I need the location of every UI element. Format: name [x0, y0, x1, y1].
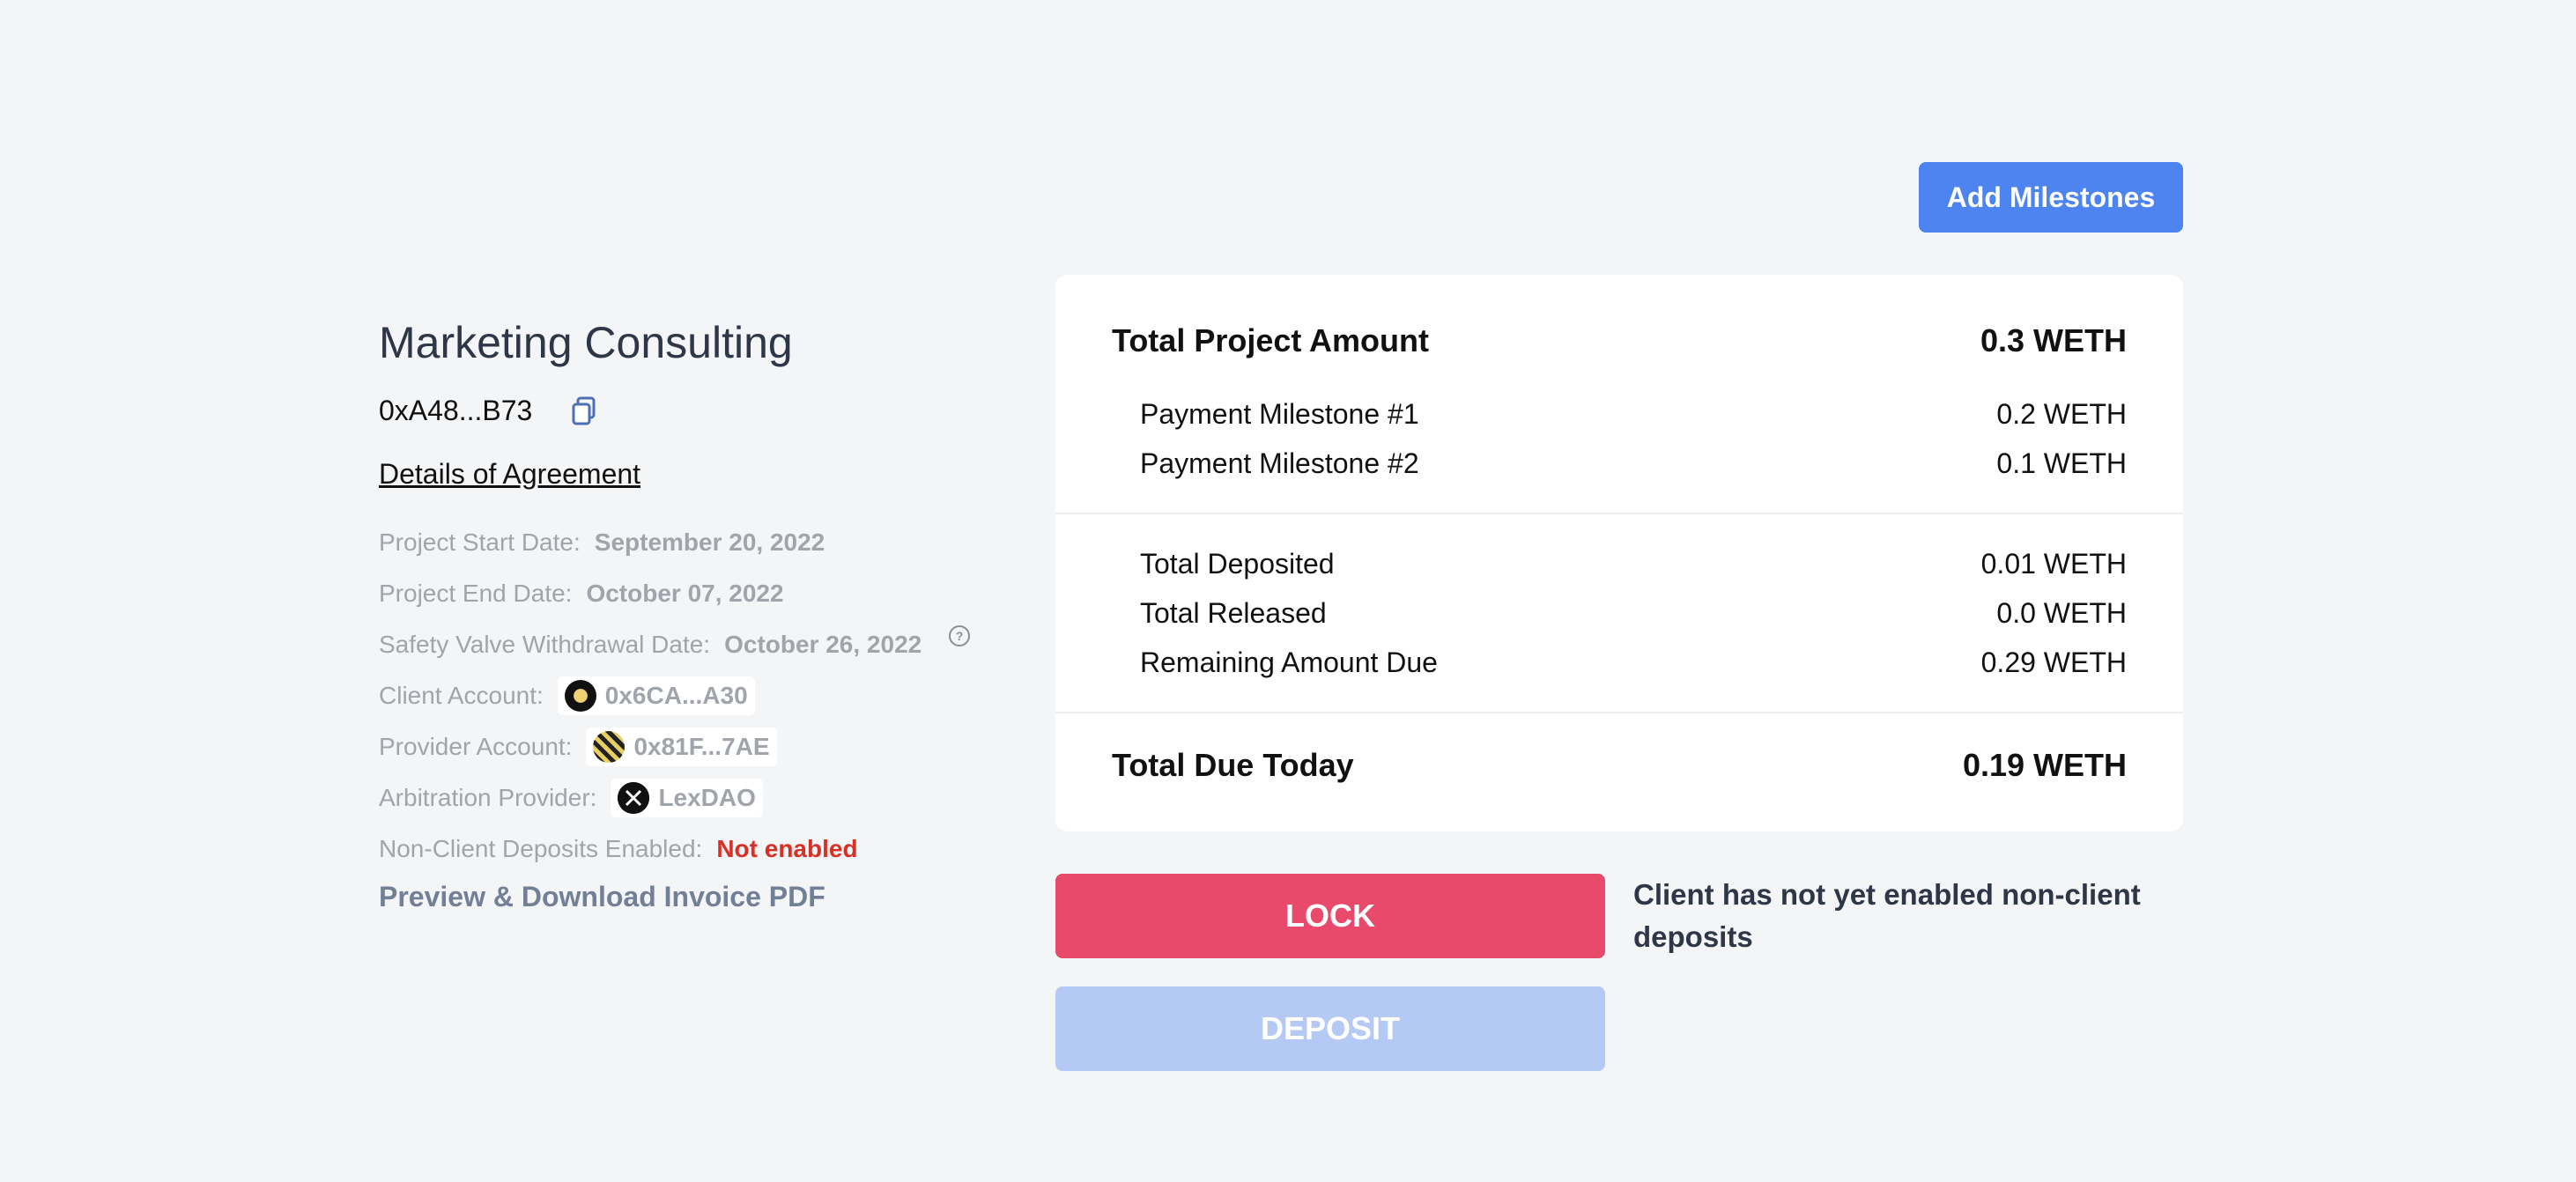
arbitration-provider-row: Arbitration Provider: LexDAO — [379, 779, 763, 817]
total-deposited-label: Total Deposited — [1140, 548, 1335, 580]
total-deposited-value: 0.01 WETH — [1980, 548, 2127, 580]
provider-account-chip[interactable]: 0x81F...7AE — [586, 728, 777, 766]
provider-account-row: Provider Account: 0x81F...7AE — [379, 728, 777, 766]
provider-avatar-icon — [593, 731, 625, 763]
invoice-address: 0xA48...B73 — [379, 395, 533, 426]
add-milestones-button[interactable]: Add Milestones — [1919, 162, 2183, 233]
total-due-today-value: 0.19 WETH — [1962, 747, 2127, 783]
remaining-due-value: 0.29 WETH — [1980, 646, 2127, 678]
invoice-title: Marketing Consulting — [379, 318, 793, 367]
total-project-label: Total Project Amount — [1112, 322, 1429, 358]
safety-valve-value: October 26, 2022 — [724, 631, 922, 658]
payment-summary-card: Total Project Amount 0.3 WETH Payment Mi… — [1055, 275, 2183, 831]
total-released-row: Total Released 0.0 WETH — [1140, 597, 2127, 630]
non-client-deposits-row: Non-Client Deposits Enabled: Not enabled — [379, 831, 858, 867]
total-released-value: 0.0 WETH — [1996, 597, 2127, 629]
svg-text:?: ? — [956, 629, 964, 643]
milestone-value: 0.1 WETH — [1996, 447, 2127, 479]
non-client-deposits-status: Not enabled — [716, 835, 858, 862]
details-of-agreement-link[interactable]: Details of Agreement — [379, 458, 640, 491]
invoice-pdf-link[interactable]: Preview & Download Invoice PDF — [379, 881, 825, 913]
arbitration-provider-value: LexDAO — [658, 784, 756, 811]
copy-icon[interactable] — [571, 396, 597, 426]
safety-valve-label: Safety Valve Withdrawal Date: — [379, 631, 711, 658]
provider-account-label: Provider Account: — [379, 733, 573, 760]
remaining-due-label: Remaining Amount Due — [1140, 646, 1438, 678]
summary-divider — [1055, 513, 2183, 514]
start-date-label: Project Start Date: — [379, 528, 581, 556]
client-account-chip[interactable]: 0x6CA...A30 — [557, 676, 755, 715]
lock-button[interactable]: LOCK — [1055, 874, 1605, 958]
total-released-label: Total Released — [1140, 597, 1327, 629]
client-account-row: Client Account: 0x6CA...A30 — [379, 676, 755, 715]
total-deposited-row: Total Deposited 0.01 WETH — [1140, 548, 2127, 580]
remaining-due-row: Remaining Amount Due 0.29 WETH — [1140, 646, 2127, 679]
invoice-address-row: 0xA48...B73 — [379, 395, 597, 427]
total-project-row: Total Project Amount 0.3 WETH — [1112, 322, 2127, 359]
milestone-label: Payment Milestone #1 — [1140, 398, 1419, 430]
milestone-row: Payment Milestone #2 0.1 WETH — [1140, 447, 2127, 480]
lexdao-logo-icon — [618, 782, 650, 814]
client-account-label: Client Account: — [379, 682, 544, 709]
end-date-row: Project End Date: October 07, 2022 — [379, 576, 784, 611]
end-date-label: Project End Date: — [379, 580, 573, 607]
deposit-button[interactable]: DEPOSIT — [1055, 986, 1605, 1071]
arbitration-provider-label: Arbitration Provider: — [379, 784, 597, 811]
arbitration-provider-chip[interactable]: LexDAO — [611, 779, 763, 817]
total-due-today-row: Total Due Today 0.19 WETH — [1112, 747, 2127, 784]
non-client-deposits-label: Non-Client Deposits Enabled: — [379, 835, 703, 862]
milestone-row: Payment Milestone #1 0.2 WETH — [1140, 398, 2127, 431]
client-account-value: 0x6CA...A30 — [604, 682, 748, 709]
end-date-value: October 07, 2022 — [586, 580, 784, 607]
safety-valve-row: Safety Valve Withdrawal Date: October 26… — [379, 624, 971, 662]
help-icon[interactable]: ? — [948, 624, 971, 647]
milestone-value: 0.2 WETH — [1996, 398, 2127, 430]
non-client-deposit-notice: Client has not yet enabled non-client de… — [1633, 878, 2141, 953]
total-project-value: 0.3 WETH — [1980, 322, 2127, 358]
milestone-label: Payment Milestone #2 — [1140, 447, 1419, 479]
provider-account-value: 0x81F...7AE — [633, 733, 770, 760]
start-date-row: Project Start Date: September 20, 2022 — [379, 525, 825, 560]
client-avatar-icon — [564, 680, 596, 712]
summary-divider — [1055, 712, 2183, 713]
start-date-value: September 20, 2022 — [594, 528, 825, 556]
total-due-today-label: Total Due Today — [1112, 747, 1354, 783]
